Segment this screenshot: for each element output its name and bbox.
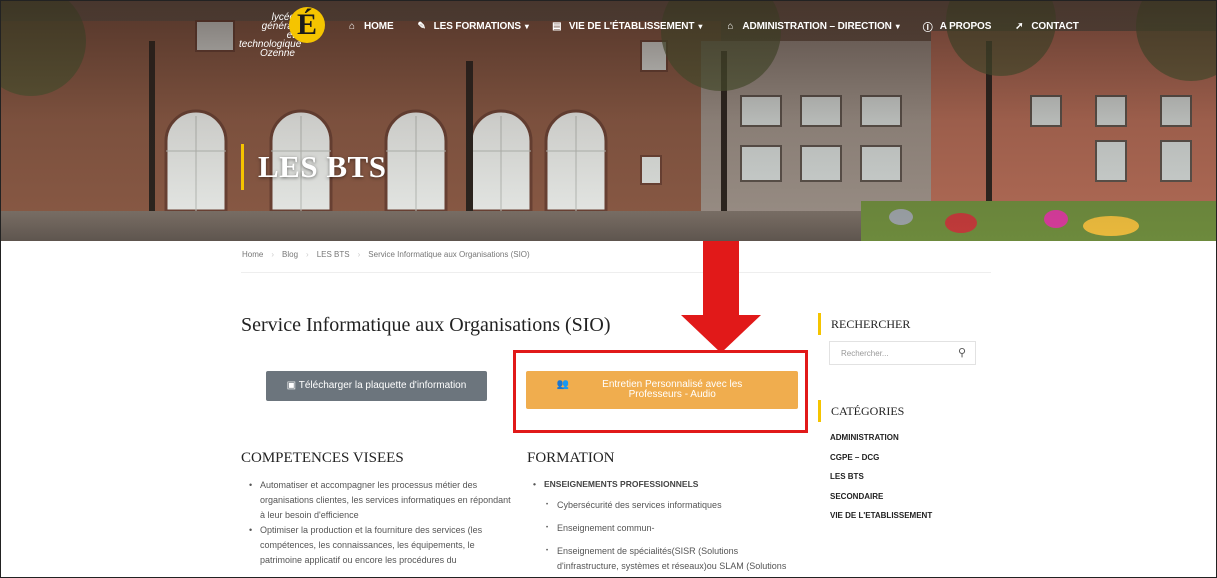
nav-label: HOME xyxy=(364,20,394,32)
competences-list: Automatiser et accompagner les processus… xyxy=(247,478,512,568)
nav-home[interactable]: ⌂ HOME xyxy=(346,16,394,36)
page-frame: lycée général et technologique Ozenne É … xyxy=(0,0,1217,578)
nav-les-formations[interactable]: ✎ LES FORMATIONS ▾ xyxy=(416,16,529,36)
search-heading: RECHERCHER xyxy=(818,313,910,335)
list-item: Enseignement de spécialités(SISR (Soluti… xyxy=(544,544,796,577)
formation-list: ENSEIGNEMENTS PROFESSIONNELS Cybersécuri… xyxy=(531,477,796,577)
category-link[interactable]: SECONDAIRE xyxy=(830,491,932,511)
download-brochure-button[interactable]: ▣ Télécharger la plaquette d'information xyxy=(266,371,487,401)
breadcrumb-les-bts[interactable]: LES BTS xyxy=(317,250,350,259)
logo-text: lycée général et technologique Ozenne xyxy=(239,12,302,59)
breadcrumb-blog[interactable]: Blog xyxy=(282,250,298,259)
category-link[interactable]: VIE DE L'ETABLISSEMENT xyxy=(830,510,932,530)
nav-administration[interactable]: ⌂ ADMINISTRATION – DIRECTION ▾ xyxy=(724,16,899,36)
hero-photo xyxy=(1,1,1216,241)
nav-label: VIE DE L'ÉTABLISSEMENT xyxy=(568,20,695,32)
chevron-down-icon: ▾ xyxy=(524,21,529,31)
send-icon: ➚ xyxy=(1015,20,1024,32)
breadcrumb-separator-icon: › xyxy=(306,250,309,259)
download-button-label: Télécharger la plaquette d'information xyxy=(298,380,467,391)
annotation-highlight-box xyxy=(513,350,808,433)
categories-list: ADMINISTRATION CGPE – DCG LES BTS SECOND… xyxy=(830,432,932,530)
breadcrumb-current: Service Informatique aux Organisations (… xyxy=(368,250,530,259)
list-item: Enseignement commun- xyxy=(544,521,796,536)
building-icon: ▤ xyxy=(552,20,562,32)
nav-label: LES FORMATIONS xyxy=(433,20,521,32)
annotation-arrow-icon xyxy=(681,241,761,353)
breadcrumb: Home › Blog › LES BTS › Service Informat… xyxy=(242,250,530,259)
article-title: Service Informatique aux Organisations (… xyxy=(241,314,611,336)
home-icon: ⌂ xyxy=(349,20,355,32)
category-link[interactable]: ADMINISTRATION xyxy=(830,432,932,452)
search-icon[interactable]: ⚲ xyxy=(958,346,966,359)
university-icon: ⌂ xyxy=(727,20,734,32)
breadcrumb-divider xyxy=(241,272,991,273)
logo-line: lycée général xyxy=(261,12,295,32)
logo-line: Ozenne xyxy=(259,48,295,59)
formation-sublist: Cybersécurité des services informatiques… xyxy=(544,498,796,577)
graduation-cap-icon: ✎ xyxy=(417,20,426,32)
nav-vie-etablissement[interactable]: ▤ VIE DE L'ÉTABLISSEMENT ▾ xyxy=(551,16,702,36)
hero-banner: lycée général et technologique Ozenne É … xyxy=(1,1,1216,241)
nav-label: ADMINISTRATION – DIRECTION xyxy=(742,20,892,32)
file-pdf-icon: ▣ xyxy=(286,380,297,391)
search-input[interactable]: Rechercher... ⚲ xyxy=(829,341,976,365)
breadcrumb-separator-icon: › xyxy=(357,250,361,259)
list-item: Optimiser la production et la fourniture… xyxy=(247,523,512,568)
list-item: Cybersécurité des services informatiques xyxy=(544,498,796,513)
school-logo[interactable]: lycée général et technologique Ozenne É xyxy=(239,7,325,59)
nav-label: CONTACT xyxy=(1031,20,1079,32)
breadcrumb-separator-icon: › xyxy=(271,250,275,259)
info-circle-icon: ⓘ xyxy=(922,22,933,34)
nav-label: A PROPOS xyxy=(939,20,992,32)
logo-mark: É xyxy=(289,7,325,43)
formation-item-label: ENSEIGNEMENTS PROFESSIONNELS xyxy=(544,479,699,489)
category-link[interactable]: CGPE – DCG xyxy=(830,452,932,472)
main-nav: ⌂ HOME ✎ LES FORMATIONS ▾ ▤ VIE DE L'ÉTA… xyxy=(346,16,1101,36)
breadcrumb-home[interactable]: Home xyxy=(242,250,263,259)
list-item: ENSEIGNEMENTS PROFESSIONNELS Cybersécuri… xyxy=(531,477,796,577)
nav-a-propos[interactable]: ⓘ A PROPOS xyxy=(922,16,992,36)
search-placeholder: Rechercher... xyxy=(841,349,889,358)
list-item: Automatiser et accompagner les processus… xyxy=(247,478,512,523)
category-link[interactable]: LES BTS xyxy=(830,471,932,491)
chevron-down-icon: ▾ xyxy=(895,21,900,31)
competences-heading: COMPETENCES VISEES xyxy=(241,450,404,466)
logo-line: et technologique xyxy=(239,30,302,50)
formation-heading: FORMATION xyxy=(527,450,615,466)
nav-contact[interactable]: ➚ CONTACT xyxy=(1013,16,1079,36)
chevron-down-icon: ▾ xyxy=(698,21,703,31)
hero-title: LES BTS xyxy=(241,144,386,190)
categories-heading: CATÉGORIES xyxy=(818,400,904,422)
